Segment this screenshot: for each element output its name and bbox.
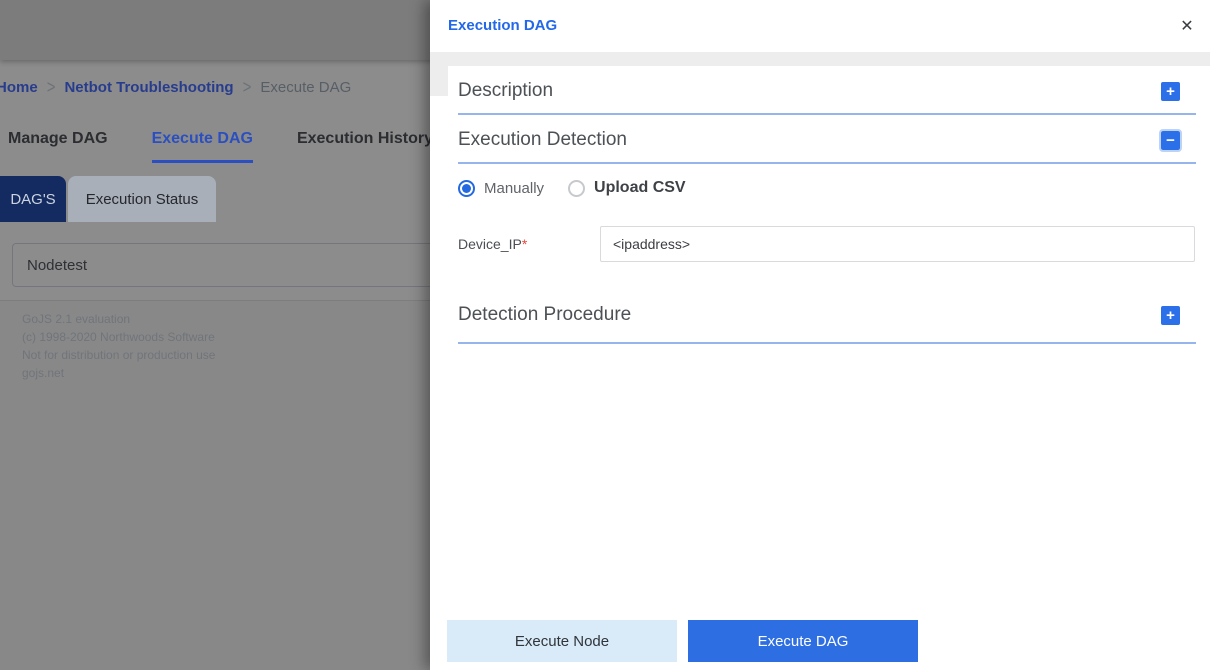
- breadcrumb: Home > Netbot Troubleshooting > Execute …: [0, 79, 351, 96]
- drawer-title: Execution DAG: [448, 17, 557, 34]
- subtab-dags[interactable]: DAG'S: [0, 176, 66, 222]
- close-icon[interactable]: ✕: [1174, 13, 1200, 39]
- dag-select-input[interactable]: Nodetest: [12, 243, 472, 287]
- sub-tabs: DAG'S Execution Status: [0, 176, 216, 222]
- tab-execution-history[interactable]: Execution History: [297, 130, 433, 163]
- section-divider: [458, 113, 1196, 115]
- watermark-line: (c) 1998-2020 Northwoods Software: [22, 328, 215, 346]
- section-detection-procedure: Detection Procedure +: [458, 292, 1196, 338]
- device-ip-label: Device_IP*: [458, 236, 600, 252]
- section-execution-detection: Execution Detection −: [458, 117, 1196, 163]
- card-left-gutter: [430, 52, 448, 96]
- section-description: Description +: [458, 68, 1196, 114]
- section-execution-detection-title: Execution Detection: [458, 129, 627, 151]
- expand-icon[interactable]: +: [1161, 82, 1180, 101]
- breadcrumb-separator-icon: >: [47, 77, 56, 98]
- device-ip-input[interactable]: [600, 226, 1195, 262]
- radio-dot: [462, 184, 471, 193]
- radio-label-manually[interactable]: Manually: [484, 180, 544, 197]
- section-detection-procedure-title: Detection Procedure: [458, 304, 631, 326]
- expand-icon[interactable]: +: [1161, 306, 1180, 325]
- subtab-execution-status[interactable]: Execution Status: [68, 176, 216, 222]
- breadcrumb-home[interactable]: Home: [0, 79, 38, 96]
- device-ip-label-text: Device_IP: [458, 236, 522, 252]
- breadcrumb-separator-icon: >: [243, 77, 252, 98]
- breadcrumb-netbot-troubleshooting[interactable]: Netbot Troubleshooting: [64, 79, 233, 96]
- watermark-line: gojs.net: [22, 364, 215, 382]
- dag-select-value: Nodetest: [27, 257, 87, 274]
- drawer-footer: Execute Node Execute DAG: [447, 620, 918, 662]
- radio-option-manually[interactable]: Manually: [458, 180, 544, 197]
- section-divider: [458, 342, 1196, 344]
- execute-node-button[interactable]: Execute Node: [447, 620, 677, 662]
- input-mode-radio-group: Manually Upload CSV: [458, 174, 710, 202]
- drawer-header: Execution DAG ✕: [430, 0, 1210, 52]
- gojs-watermark: GoJS 2.1 evaluation (c) 1998-2020 Northw…: [22, 310, 215, 382]
- execution-dag-drawer: Execution DAG ✕ Description + Execution …: [430, 0, 1210, 670]
- radio-label-upload-csv[interactable]: Upload CSV: [594, 179, 686, 197]
- header-divider-band: [430, 52, 1210, 66]
- watermark-line: GoJS 2.1 evaluation: [22, 310, 215, 328]
- radio-option-upload-csv[interactable]: Upload CSV: [568, 179, 686, 197]
- required-asterisk: *: [522, 236, 527, 252]
- device-ip-field-row: Device_IP*: [458, 226, 1195, 262]
- section-description-title: Description: [458, 80, 553, 102]
- execute-dag-button[interactable]: Execute DAG: [688, 620, 918, 662]
- section-divider: [458, 162, 1196, 164]
- tab-manage-dag[interactable]: Manage DAG: [8, 130, 108, 163]
- tab-execute-dag[interactable]: Execute DAG: [152, 130, 253, 163]
- collapse-icon[interactable]: −: [1161, 131, 1180, 150]
- radio-selected-icon[interactable]: [458, 180, 475, 197]
- watermark-line: Not for distribution or production use: [22, 346, 215, 364]
- breadcrumb-current-execute-dag: Execute DAG: [260, 79, 351, 96]
- main-tabs: Manage DAG Execute DAG Execution History: [8, 130, 433, 163]
- radio-unselected-icon[interactable]: [568, 180, 585, 197]
